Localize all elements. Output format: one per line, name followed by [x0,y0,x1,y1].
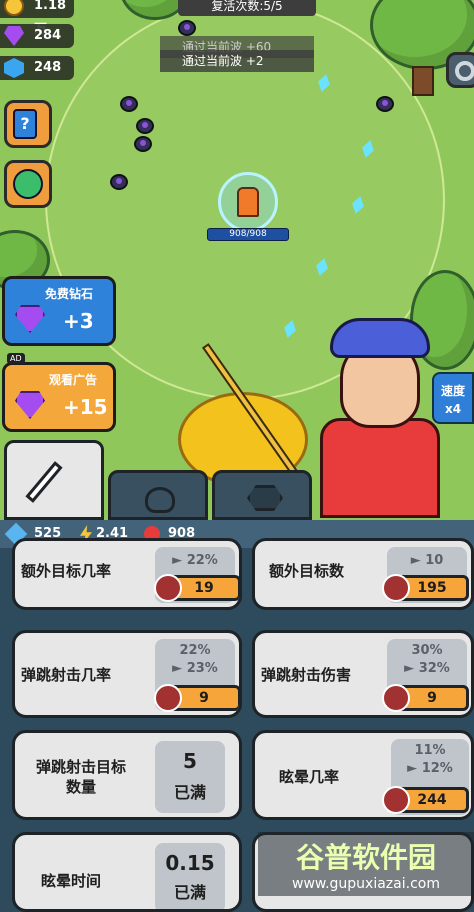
upgrade-title: 眩晕时间 [41,872,102,890]
promo-amount: +15 [63,395,108,419]
upgrade-cost: 195 [417,580,447,596]
speed-label: 速度 [440,384,465,398]
promo-amount: +3 [63,309,94,333]
upgrade-title: 眩晕几率 [279,768,340,786]
meat-icon [154,684,182,712]
upgrade-title: 弹跳射击伤害 [261,666,352,684]
upgrade-title: 额外目标几率 [21,562,112,580]
speed-toggle-button[interactable]: 速度 x4 [432,372,474,424]
enemy-orb [178,20,196,36]
upgrade-title: 额外目标数 [269,562,345,580]
upgrade-buy-button[interactable]: 9 [382,684,469,712]
meat-icon [154,574,182,602]
upgrade-card: 眩晕几率 11% ► 12% 244 [252,730,474,820]
heart-icon [145,487,175,513]
hero-sprite-icon [237,187,259,217]
skill-button[interactable] [4,160,52,208]
meat-icon [382,786,410,814]
toast-text: 通过当前波 +2 [182,54,264,68]
diamond-icon [15,391,45,419]
ad-badge: AD [7,353,25,364]
settings-button[interactable] [446,52,474,88]
diamond-icon [4,26,24,46]
maxed-status: 已满 [173,883,206,902]
hero-robe [320,418,440,518]
revive-counter: 复活次数:5/5 [178,0,316,16]
current-value: 11% [414,743,446,758]
watermark: 谷普软件园 www.gupuxiazai.com [258,832,474,896]
green-gear-icon [13,169,43,199]
promo-label: 观看广告 [49,373,98,387]
upgrade-cost: 9 [199,690,209,706]
promo-label: 免费钻石 [45,287,94,301]
gold-counter: 1.18万 [0,0,74,37]
gold-coin-icon [4,0,24,16]
enemy-orb [110,174,128,190]
current-value: 30% [411,643,443,658]
enemy-orb [134,136,152,152]
upgrade-card: 额外目标数 ► 10 195 [252,538,474,610]
question-card-icon: ? [13,109,37,139]
quest-cards-button[interactable]: ? [4,100,52,148]
upgrade-cost: 9 [427,690,437,706]
crystal-counter: 248 [0,56,74,80]
upgrade-title: 弹跳射击几率 [21,666,112,684]
next-value: ► 22% [172,553,218,568]
upgrade-buy-button[interactable]: 19 [154,574,239,602]
hexagon-icon [247,485,283,511]
meat-icon [382,574,410,602]
next-value: ► 12% [407,761,453,776]
crystal-icon [4,58,24,78]
diamond-icon [15,305,45,333]
upgrade-buy-button[interactable]: 9 [154,684,239,712]
diamond-counter: 284 [0,24,74,48]
upgrade-value: 5 [183,749,197,773]
upgrade-title: 弹跳射击目标 数量 [35,758,126,796]
tree-trunk [412,66,434,96]
diamond-value: 284 [34,28,62,43]
gear-icon [455,61,474,81]
enemy-orb [376,96,394,112]
next-value: ► 10 [410,553,444,568]
upgrade-buy-button[interactable]: 244 [382,786,469,814]
enemy-orb [120,96,138,112]
tab-attack[interactable] [4,440,104,520]
upgrade-value: 0.15 [165,851,215,875]
wave-reward-toast: 通过当前波 +2 [160,50,314,72]
tab-defense[interactable] [108,470,208,520]
next-value: ► 32% [404,661,450,676]
maxed-status: 已满 [173,783,206,802]
crystal-value: 248 [34,60,62,75]
sword-icon [25,461,63,503]
speed-value: x4 [444,402,462,416]
hero-hp-bar: 908/908 [207,228,289,241]
current-value: 22% [179,643,211,658]
upgrade-buy-button[interactable]: 195 [382,574,469,602]
free-diamond-button[interactable]: 免费钻石 +3 [2,276,116,346]
maxed-value-box: 0.15 已满 [155,843,225,909]
enemy-orb [136,118,154,134]
upgrade-card: 弹跳射击伤害 30% ► 32% 9 [252,630,474,718]
upgrade-card: 眩晕时间 0.15 已满 [12,832,242,912]
upgrade-card: 额外目标几率 ► 22% 19 [12,538,242,610]
watermark-title: 谷普软件园 [295,841,436,874]
watermark-url: www.gupuxiazai.com [292,876,440,892]
upgrade-card: 弹跳射击目标 数量 5 已满 [12,730,242,820]
upgrade-card: 弹跳射击几率 22% ► 23% 9 [12,630,242,718]
watch-ad-button[interactable]: AD 观看广告 +15 [2,353,116,432]
battle-field: 复活次数:5/5 1.18万 284 248 通过当前波 +60 通过当前波 +… [0,0,474,520]
upgrade-cost: 244 [417,792,447,808]
hero-unit [218,172,278,232]
hero-hair [330,318,430,358]
meat-icon [382,684,410,712]
next-value: ► 23% [172,661,218,676]
upgrade-cost: 19 [194,580,214,596]
tab-utility[interactable] [212,470,312,520]
maxed-value-box: 5 已满 [155,741,225,813]
